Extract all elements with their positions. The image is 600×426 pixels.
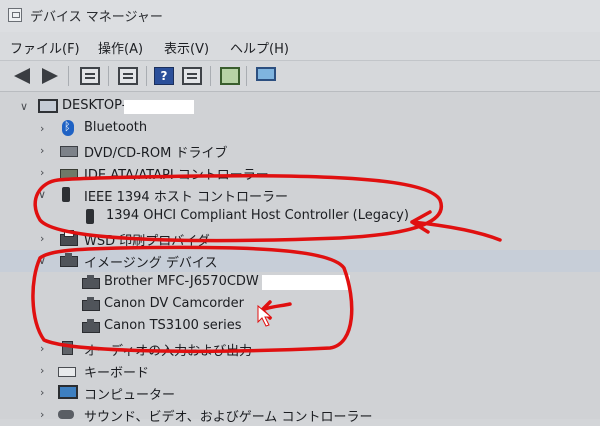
- chevron-right-icon[interactable]: ›: [40, 232, 44, 245]
- tree-item-ieee1394[interactable]: ∨ IEEE 1394 ホスト コントローラー: [0, 184, 600, 206]
- tree-root[interactable]: ∨ DESKTOP-: [0, 96, 600, 118]
- tree-child-canon-ts3100[interactable]: Canon TS3100 series: [0, 316, 600, 338]
- tree-item-label: イメージング デバイス: [84, 256, 218, 271]
- chevron-right-icon[interactable]: ›: [40, 386, 44, 399]
- imaging-device-icon: [82, 275, 100, 289]
- tree-item-label: Canon TS3100 series: [104, 318, 242, 333]
- chevron-right-icon[interactable]: ›: [40, 144, 44, 157]
- printer-icon: [60, 230, 78, 246]
- tree-item-label: IDE ATA/ATAPI コントローラー: [84, 168, 269, 183]
- forward-icon[interactable]: [42, 68, 58, 84]
- bluetooth-icon: [62, 120, 74, 136]
- redacted-name: [124, 100, 194, 114]
- imaging-device-icon: [82, 297, 100, 311]
- chevron-right-icon[interactable]: ›: [40, 364, 44, 377]
- chevron-right-icon[interactable]: ›: [40, 408, 44, 421]
- chevron-down-icon[interactable]: ∨: [20, 100, 28, 113]
- toolbar-separator: [246, 66, 247, 86]
- imaging-device-icon: [82, 319, 100, 333]
- ide-controller-icon: [60, 169, 78, 179]
- back-icon[interactable]: [14, 68, 30, 84]
- chevron-down-icon[interactable]: ∨: [38, 254, 46, 267]
- tree-item-label: 1394 OHCI Compliant Host Controller (Leg…: [106, 208, 409, 223]
- tree-item-computer[interactable]: › コンピューター: [0, 382, 600, 404]
- toolbar-separator: [146, 66, 147, 86]
- chevron-right-icon[interactable]: ›: [40, 342, 44, 355]
- tree-item-bluetooth[interactable]: › Bluetooth: [0, 118, 600, 140]
- keyboard-icon: [58, 367, 76, 377]
- menu-view[interactable]: 表示(V): [164, 38, 209, 57]
- toolbar-separator: [108, 66, 109, 86]
- title-bar: デバイス マネージャー: [0, 0, 600, 32]
- tree-item-label: オーディオの入力および出力: [84, 344, 253, 359]
- view-icon[interactable]: [182, 67, 202, 85]
- tree-item-label: IEEE 1394 ホスト コントローラー: [84, 190, 288, 205]
- tree-child-brother[interactable]: Brother MFC-J6570CDW: [0, 272, 600, 294]
- help-icon[interactable]: ?: [154, 67, 174, 85]
- properties-icon[interactable]: [80, 67, 100, 85]
- game-controller-icon: [58, 410, 74, 419]
- toolbar: ?: [0, 61, 600, 92]
- firewire-icon: [86, 209, 94, 224]
- tree-item-label: Bluetooth: [84, 120, 148, 135]
- firewire-icon: [62, 187, 70, 202]
- chevron-right-icon[interactable]: ›: [40, 166, 44, 179]
- tree-item-imaging[interactable]: ∨ イメージング デバイス: [0, 250, 600, 272]
- tree-item-audio[interactable]: › オーディオの入力および出力: [0, 338, 600, 360]
- device-tree: ∨ DESKTOP- › Bluetooth › DVD/CD-ROM ドライブ…: [0, 92, 600, 425]
- tree-item-label: キーボード: [84, 366, 150, 381]
- monitor-icon[interactable]: [256, 67, 276, 81]
- tree-item-label: コンピューター: [84, 388, 176, 403]
- tree-item-label: WSD 印刷プロバイダー: [84, 234, 223, 249]
- tree-item-label: Canon DV Camcorder: [104, 296, 244, 311]
- tree-child-1394-ohci[interactable]: 1394 OHCI Compliant Host Controller (Leg…: [0, 206, 600, 228]
- window-title: デバイス マネージャー: [30, 10, 163, 25]
- device-manager-icon: [8, 8, 22, 22]
- menu-file[interactable]: ファイル(F): [10, 38, 80, 57]
- menu-help[interactable]: ヘルプ(H): [230, 38, 289, 57]
- computer-icon: [58, 385, 78, 399]
- chevron-down-icon[interactable]: ∨: [38, 188, 46, 201]
- dvd-drive-icon: [60, 146, 78, 157]
- tree-item-label: サウンド、ビデオ、およびゲーム コントローラー: [84, 410, 373, 425]
- tree-item-sound[interactable]: › サウンド、ビデオ、およびゲーム コントローラー: [0, 404, 600, 426]
- tree-child-canon-dv[interactable]: Canon DV Camcorder: [0, 294, 600, 316]
- tree-item-label: DVD/CD-ROM ドライブ: [84, 146, 228, 161]
- imaging-device-icon: [60, 253, 78, 267]
- tree-item-ide[interactable]: › IDE ATA/ATAPI コントローラー: [0, 162, 600, 184]
- root-label: DESKTOP-: [62, 98, 127, 113]
- scan-hardware-icon[interactable]: [220, 67, 240, 85]
- computer-icon: [38, 99, 58, 113]
- toolbar-separator: [210, 66, 211, 86]
- tree-item-label: Brother MFC-J6570CDW: [104, 274, 259, 289]
- list-icon[interactable]: [118, 67, 138, 85]
- tree-item-dvd[interactable]: › DVD/CD-ROM ドライブ: [0, 140, 600, 162]
- redacted-serial: [262, 275, 350, 290]
- menu-action[interactable]: 操作(A): [98, 38, 143, 57]
- menu-bar: ファイル(F) 操作(A) 表示(V) ヘルプ(H): [0, 32, 600, 61]
- audio-icon: [62, 341, 73, 355]
- toolbar-separator: [68, 66, 69, 86]
- tree-item-keyboard[interactable]: › キーボード: [0, 360, 600, 382]
- tree-item-wsd[interactable]: › WSD 印刷プロバイダー: [0, 228, 600, 250]
- chevron-right-icon[interactable]: ›: [40, 122, 44, 135]
